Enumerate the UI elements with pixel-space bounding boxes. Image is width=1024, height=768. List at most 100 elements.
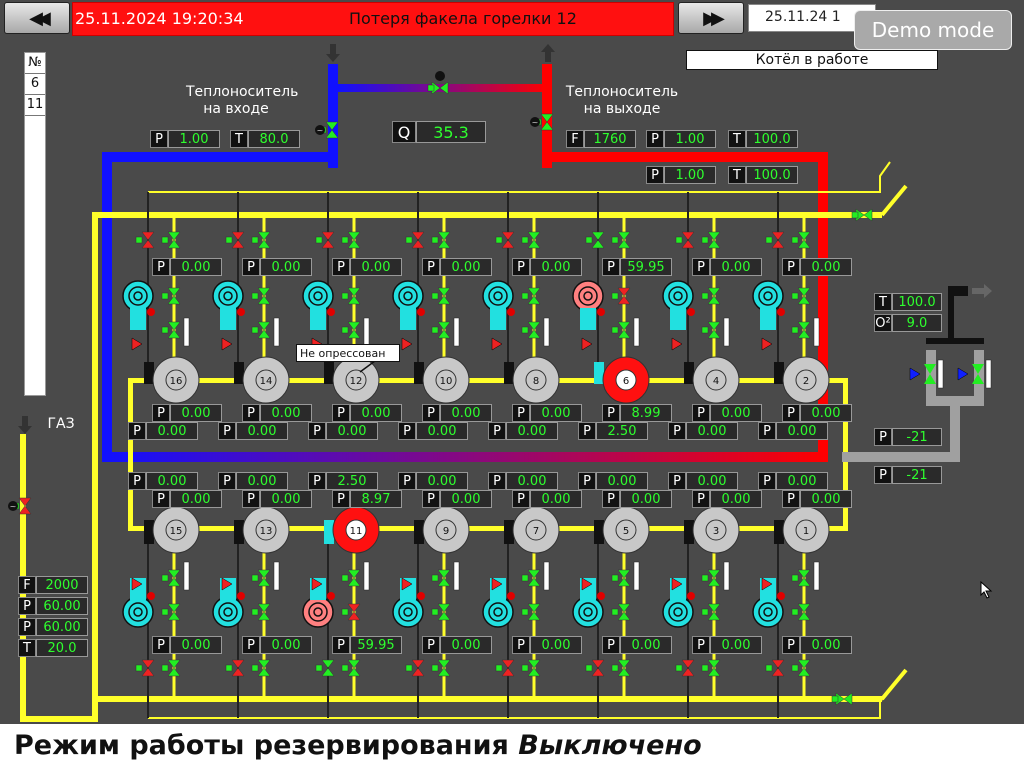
valve-icon[interactable] bbox=[585, 659, 605, 677]
burner-unit[interactable]: 13 bbox=[212, 506, 290, 718]
burner-unit[interactable]: 5 bbox=[572, 506, 650, 718]
burner-unit[interactable]: 8 bbox=[482, 192, 560, 404]
valve-icon[interactable] bbox=[611, 659, 631, 677]
valve-icon[interactable] bbox=[251, 321, 271, 339]
valve-icon[interactable] bbox=[405, 659, 425, 677]
valve-icon[interactable] bbox=[585, 231, 605, 249]
bypass-valve-icon[interactable] bbox=[427, 81, 449, 95]
burner-icon[interactable]: 9 bbox=[422, 506, 470, 554]
burner-icon[interactable]: 10 bbox=[422, 356, 470, 404]
valve-icon[interactable] bbox=[701, 231, 721, 249]
valve-icon[interactable] bbox=[161, 321, 181, 339]
valve-icon[interactable] bbox=[791, 603, 811, 621]
valve-icon[interactable] bbox=[765, 659, 785, 677]
flue-damper-icon[interactable] bbox=[957, 359, 992, 389]
burner-unit[interactable]: 1 bbox=[752, 506, 830, 718]
alarm-banner[interactable]: 25.11.2024 19:20:34 Потеря факела горелк… bbox=[72, 2, 674, 36]
fan-icon[interactable] bbox=[302, 280, 335, 330]
forward-button[interactable]: ▶▶ bbox=[678, 2, 744, 34]
burner-icon[interactable]: 15 bbox=[152, 506, 200, 554]
valve-icon[interactable] bbox=[225, 231, 245, 249]
vent-valve-bottom-icon[interactable] bbox=[831, 692, 853, 706]
burner-unit[interactable]: 6 bbox=[572, 192, 650, 404]
valve-icon[interactable] bbox=[161, 231, 181, 249]
valve-icon[interactable] bbox=[341, 321, 361, 339]
valve-icon[interactable] bbox=[791, 659, 811, 677]
valve-icon[interactable] bbox=[701, 569, 721, 587]
valve-icon[interactable] bbox=[431, 569, 451, 587]
burner-unit[interactable]: 16 bbox=[122, 192, 200, 404]
burner-unit[interactable]: 2 bbox=[752, 192, 830, 404]
burner-icon[interactable]: 4 bbox=[692, 356, 740, 404]
valve-icon[interactable] bbox=[251, 569, 271, 587]
burner-unit[interactable]: 14 bbox=[212, 192, 290, 404]
burner-icon[interactable]: 7 bbox=[512, 506, 560, 554]
valve-icon[interactable] bbox=[791, 287, 811, 305]
valve-icon[interactable] bbox=[701, 321, 721, 339]
fan-icon[interactable] bbox=[122, 280, 155, 330]
vent-valve-top-icon[interactable] bbox=[851, 208, 873, 222]
number-list-item[interactable]: 6 bbox=[25, 74, 45, 95]
burner-unit[interactable]: 4 bbox=[662, 192, 740, 404]
burner-unit[interactable]: 12 bbox=[302, 192, 380, 404]
demo-mode-button[interactable]: Demo mode bbox=[854, 10, 1012, 50]
burner-unit[interactable]: 15 bbox=[122, 506, 200, 718]
valve-icon[interactable] bbox=[341, 659, 361, 677]
motor-valve-icon[interactable]: ~ bbox=[8, 497, 32, 515]
burner-unit[interactable]: 9 bbox=[392, 506, 470, 718]
valve-icon[interactable] bbox=[611, 231, 631, 249]
valve-icon[interactable] bbox=[341, 569, 361, 587]
valve-icon[interactable] bbox=[431, 659, 451, 677]
burner-icon[interactable]: 13 bbox=[242, 506, 290, 554]
burner-icon[interactable]: 6 bbox=[602, 356, 650, 404]
valve-icon[interactable] bbox=[431, 231, 451, 249]
burner-icon[interactable]: 8 bbox=[512, 356, 560, 404]
valve-icon[interactable] bbox=[701, 603, 721, 621]
fan-icon[interactable] bbox=[662, 280, 695, 330]
flue-damper-icon[interactable] bbox=[909, 359, 944, 389]
valve-icon[interactable] bbox=[611, 321, 631, 339]
burner-icon[interactable]: 1 bbox=[782, 506, 830, 554]
fan-icon[interactable] bbox=[752, 280, 785, 330]
valve-icon[interactable] bbox=[315, 659, 335, 677]
burner-icon[interactable]: 3 bbox=[692, 506, 740, 554]
valve-icon[interactable] bbox=[521, 287, 541, 305]
valve-icon[interactable] bbox=[521, 603, 541, 621]
valve-icon[interactable] bbox=[251, 231, 271, 249]
burner-number-list[interactable]: № 6 11 bbox=[24, 52, 46, 396]
valve-icon[interactable] bbox=[431, 321, 451, 339]
valve-icon[interactable] bbox=[521, 659, 541, 677]
burner-icon[interactable]: 11 bbox=[332, 506, 380, 554]
valve-icon[interactable] bbox=[675, 659, 695, 677]
valve-icon[interactable] bbox=[341, 603, 361, 621]
valve-icon[interactable] bbox=[135, 659, 155, 677]
valve-icon[interactable] bbox=[611, 603, 631, 621]
burner-unit[interactable]: 11 bbox=[302, 506, 380, 718]
valve-icon[interactable] bbox=[161, 659, 181, 677]
fan-icon[interactable] bbox=[392, 280, 425, 330]
valve-icon[interactable] bbox=[521, 321, 541, 339]
valve-icon[interactable] bbox=[431, 287, 451, 305]
valve-icon[interactable] bbox=[315, 231, 335, 249]
valve-icon[interactable] bbox=[161, 569, 181, 587]
burner-icon[interactable]: 2 bbox=[782, 356, 830, 404]
burner-unit[interactable]: 7 bbox=[482, 506, 560, 718]
burner-unit[interactable]: 3 bbox=[662, 506, 740, 718]
valve-icon[interactable] bbox=[611, 569, 631, 587]
valve-icon[interactable] bbox=[251, 287, 271, 305]
motor-valve-icon[interactable]: ~ bbox=[530, 113, 554, 131]
burner-icon[interactable]: 5 bbox=[602, 506, 650, 554]
valve-icon[interactable] bbox=[701, 287, 721, 305]
valve-icon[interactable] bbox=[405, 231, 425, 249]
valve-icon[interactable] bbox=[225, 659, 245, 677]
burner-icon[interactable]: 16 bbox=[152, 356, 200, 404]
motor-valve-icon[interactable]: ~ bbox=[315, 121, 339, 139]
valve-icon[interactable] bbox=[521, 231, 541, 249]
valve-icon[interactable] bbox=[701, 659, 721, 677]
valve-icon[interactable] bbox=[521, 569, 541, 587]
fan-icon[interactable] bbox=[212, 280, 245, 330]
valve-icon[interactable] bbox=[251, 659, 271, 677]
burner-unit[interactable]: 10 bbox=[392, 192, 470, 404]
valve-icon[interactable] bbox=[675, 231, 695, 249]
number-list-item[interactable]: 11 bbox=[25, 95, 45, 116]
